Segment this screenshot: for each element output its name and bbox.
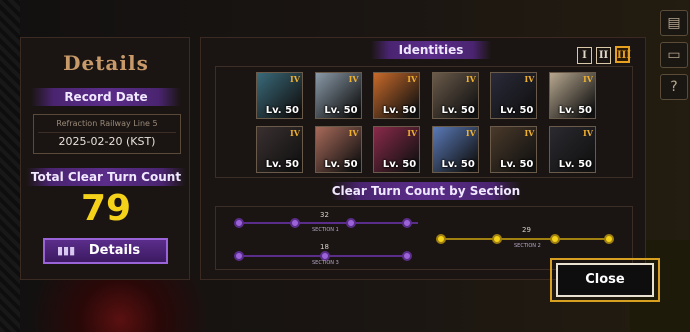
identities-panel: Identities I II III IV Lv. 50 IV Lv. 50 IV Lv. … [200,37,646,280]
identity-card[interactable]: IV Lv. 50 [490,126,538,173]
identity-level: Lv. 50 [382,159,417,170]
identity-card[interactable]: IV Lv. 50 [549,126,596,173]
section-2-turns: 29 [522,226,531,234]
identity-level: Lv. 50 [500,159,534,170]
details-panel: Details Record Date Refraction Railway L… [20,37,190,280]
turn-count-header: Total Clear Turn Count [26,168,186,186]
total-turn-count: 79 [80,188,132,229]
identity-level: Lv. 50 [441,159,475,170]
identity-level: Lv. 50 [558,105,592,116]
section-2-node [436,234,446,244]
section-2-node [604,234,614,244]
identity-card[interactable]: IV Lv. 50 [314,126,362,173]
identity-tier: IV [407,128,418,138]
background-hatch [0,0,20,332]
details-title: Details [63,51,149,75]
menu-icon[interactable]: ▤ [660,10,688,36]
identity-level: Lv. 50 [500,105,534,116]
identities-header: Identities [371,41,491,59]
stats-icon: ▮▮▮ [57,244,76,257]
identity-tier: IV [465,128,476,138]
section-1-track [238,222,418,224]
identity-card[interactable]: IV Lv. 50 [314,72,362,119]
tier-tabs: I II III [577,43,634,64]
record-divider [38,132,176,133]
identity-tier: IV [407,74,418,84]
identity-card[interactable]: IV Lv. 50 [256,126,303,173]
section-3-node [402,251,412,261]
identity-tier: IV [290,128,300,138]
identity-tier: IV [290,74,300,84]
identity-card[interactable]: IV Lv. 50 [549,72,596,119]
identity-grid: IV Lv. 50 IV Lv. 50 IV Lv. 50 IV Lv. 50 IV Lv. 50… [215,66,633,178]
section-2-track [440,238,610,240]
identity-level: Lv. 50 [324,159,358,170]
identity-card[interactable]: IV Lv. 50 [431,72,479,119]
folder-icon[interactable]: ▭ [660,42,688,68]
identity-tier: IV [583,128,593,138]
details-button[interactable]: ▮▮▮ Details [43,238,168,264]
identity-tier: IV [524,74,535,84]
identity-card[interactable]: IV Lv. 50 [256,72,303,119]
identity-tier: IV [348,128,359,138]
close-button[interactable]: Close [556,263,654,297]
section-1-turns: 32 [320,211,329,219]
record-location: Refraction Railway Line 5 [56,119,158,128]
identity-level: Lv. 50 [441,105,475,116]
section-3-label: SECTION 3 [312,260,339,266]
section-1-node [290,218,300,228]
section-1-node [346,218,356,228]
identity-tier: IV [583,74,593,84]
identity-level: Lv. 50 [265,105,299,116]
help-icon[interactable]: ? [660,74,688,100]
identity-tier: IV [465,74,476,84]
section-3-node [234,251,244,261]
identity-level: Lv. 50 [265,159,299,170]
identity-tier: IV [524,128,535,138]
identity-card[interactable]: IV Lv. 50 [431,126,479,173]
section-1-node [402,218,412,228]
identity-card[interactable]: IV Lv. 50 [490,72,538,119]
tab-tier-2[interactable]: II [596,47,611,64]
tab-tier-3[interactable]: III [615,46,631,63]
section-3-turns: 18 [320,243,329,251]
record-date-header: Record Date [31,88,181,106]
identity-tier: IV [348,74,359,84]
record-box: Refraction Railway Line 5 2025-02-20 (KS… [33,114,181,154]
side-toolbar: ▤ ▭ ? [660,10,688,106]
section-1-node [234,218,244,228]
details-button-label: Details [88,243,141,258]
section-2-node [492,234,502,244]
identity-level: Lv. 50 [558,159,592,170]
record-date: 2025-02-20 (KST) [58,135,156,148]
section-header: Clear Turn Count by Section [331,182,521,200]
identity-level: Lv. 50 [324,105,358,116]
tab-tier-1[interactable]: I [577,47,592,64]
identity-card[interactable]: IV Lv. 50 [373,72,421,119]
section-2-node [550,234,560,244]
section-2-label: SECTION 2 [514,243,541,249]
section-1-label: SECTION 1 [312,227,339,233]
identity-level: Lv. 50 [382,105,417,116]
identity-card[interactable]: IV Lv. 50 [373,126,421,173]
